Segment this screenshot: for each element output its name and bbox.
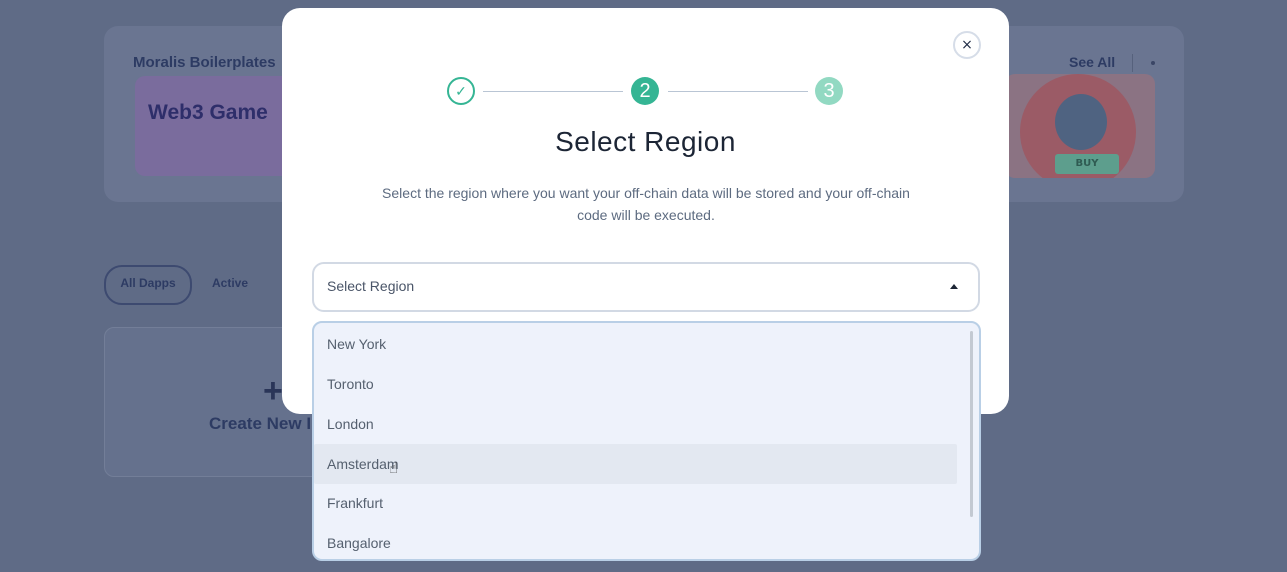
dropdown-scrollbar[interactable] bbox=[970, 331, 973, 517]
region-select-placeholder: Select Region bbox=[327, 278, 415, 294]
step-connector bbox=[668, 91, 808, 92]
modal-description: Select the region where you want your of… bbox=[382, 185, 910, 223]
boilerplate-tile-label: Web3 Game bbox=[148, 101, 268, 124]
step-2-indicator: 2 bbox=[631, 77, 659, 105]
region-option-london[interactable]: London bbox=[327, 404, 957, 444]
divider bbox=[1132, 54, 1133, 72]
filter-all-dapps[interactable]: All Dapps bbox=[104, 265, 192, 305]
see-all-link[interactable]: See All bbox=[1069, 54, 1115, 70]
step-connector bbox=[483, 91, 623, 92]
region-option-toronto[interactable]: Toronto bbox=[327, 364, 957, 404]
caret-up-icon bbox=[950, 284, 958, 289]
step-3-indicator: 3 bbox=[815, 77, 843, 105]
region-dropdown-list[interactable]: New York Toronto London Amsterdam Frankf… bbox=[312, 321, 981, 561]
region-option-frankfurt[interactable]: Frankfurt bbox=[327, 483, 957, 523]
illustration-buy-badge: BUY bbox=[1055, 154, 1119, 174]
region-option-amsterdam[interactable]: Amsterdam bbox=[314, 444, 957, 484]
promo-illustration: BUY bbox=[1005, 74, 1155, 178]
region-select[interactable]: Select Region bbox=[312, 262, 980, 312]
filter-active[interactable]: Active bbox=[200, 265, 260, 301]
region-option-new-york[interactable]: New York bbox=[327, 324, 957, 364]
region-option-bangalore[interactable]: Bangalore bbox=[327, 523, 957, 559]
plus-icon: + bbox=[263, 372, 283, 410]
modal-title: Select Region bbox=[555, 126, 736, 157]
create-dapp-label: Create New I bbox=[209, 414, 312, 433]
pointer-cursor-icon: ☝ bbox=[389, 459, 399, 477]
section-title: Moralis Boilerplates bbox=[133, 54, 276, 71]
step-1-check-icon: ✓ bbox=[447, 77, 475, 105]
close-button[interactable]: × bbox=[953, 31, 981, 59]
more-icon[interactable] bbox=[1151, 61, 1155, 65]
illustration-character bbox=[1055, 94, 1107, 150]
